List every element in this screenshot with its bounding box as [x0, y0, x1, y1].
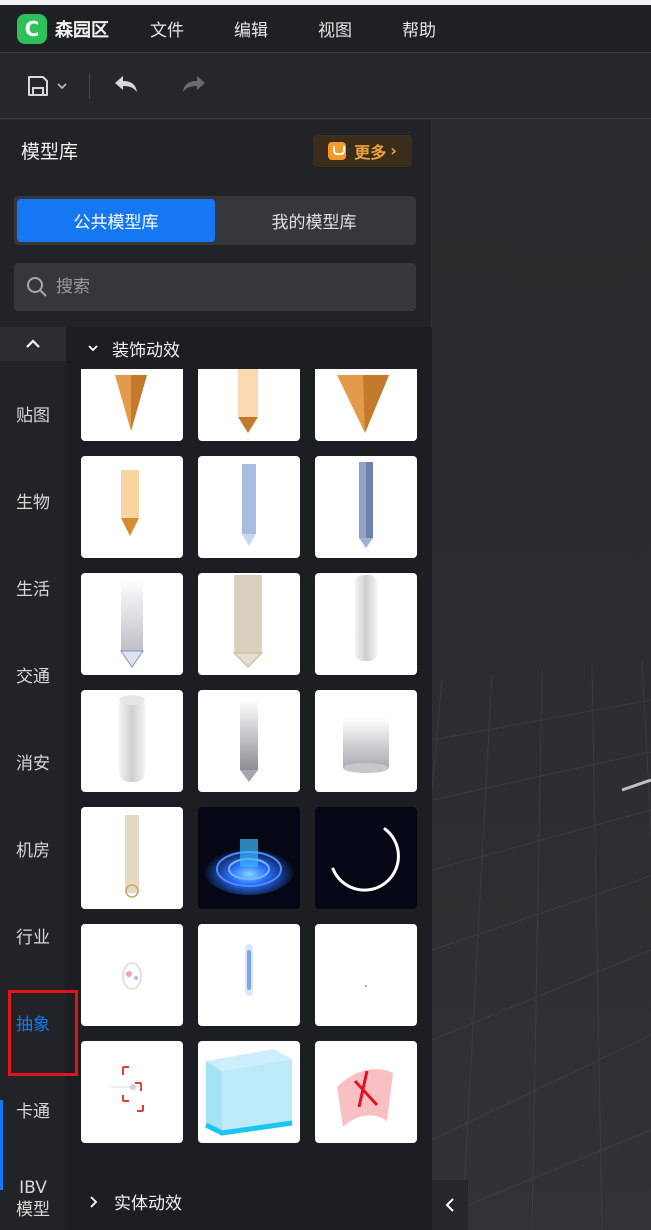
model-thumbnail[interactable]	[198, 1041, 300, 1143]
library-header: 模型库 更多 ›	[0, 120, 431, 181]
chevron-left-icon	[445, 1198, 454, 1212]
section-header-solid-effects[interactable]: 实体动效	[66, 1173, 432, 1230]
chevron-down-icon	[88, 345, 98, 352]
tab-my-library[interactable]: 我的模型库	[215, 199, 413, 242]
chevron-right-icon	[90, 1195, 98, 1208]
model-thumbnail[interactable]	[198, 690, 300, 792]
model-thumbnail[interactable]	[198, 573, 300, 675]
app-logo[interactable]: C 森园区	[17, 13, 109, 44]
model-thumbnail[interactable]	[198, 807, 300, 909]
save-button[interactable]	[26, 74, 69, 98]
search-box[interactable]	[14, 263, 416, 311]
model-thumbnail[interactable]	[198, 456, 300, 558]
section-title: 实体动效	[114, 1194, 182, 1214]
model-thumbnail[interactable]	[81, 456, 183, 558]
redo-button[interactable]	[180, 72, 208, 100]
more-label: 更多	[354, 142, 387, 162]
library-title: 模型库	[21, 141, 79, 163]
model-thumbnail[interactable]	[198, 924, 300, 1026]
model-thumbnail[interactable]	[315, 456, 417, 558]
menu-view[interactable]: 视图	[318, 16, 402, 41]
search-input[interactable]	[56, 277, 376, 297]
model-thumbnail[interactable]	[81, 573, 183, 675]
undo-icon	[115, 75, 137, 92]
more-button[interactable]: 更多 ›	[313, 134, 412, 167]
shopping-bag-icon	[328, 141, 347, 160]
highlight-box-category	[8, 990, 78, 1076]
library-tabs: 公共模型库 我的模型库	[14, 196, 416, 245]
menu-edit[interactable]: 编辑	[234, 16, 318, 41]
category-list: 贴图 生物 生活 交通 消安 机房 行业 抽象 卡通 IBV 模型	[0, 327, 66, 1230]
model-thumbnail[interactable]	[315, 690, 417, 792]
section-title: 装饰动效	[112, 340, 180, 361]
category-collapse-button[interactable]	[0, 327, 66, 361]
app-name: 森园区	[55, 19, 109, 41]
model-thumbnail[interactable]	[315, 573, 417, 675]
section-header-decorative-effects[interactable]: 装饰动效	[66, 327, 432, 369]
model-thumbnail[interactable]	[81, 807, 183, 909]
category-item-ibv-models[interactable]: IBV 模型	[0, 1177, 66, 1221]
menu-bar: C 森园区 文件 编辑 视图 帮助	[0, 0, 651, 52]
model-thumbnail[interactable]	[81, 690, 183, 792]
chevron-right-icon: ›	[390, 141, 397, 160]
toolbar	[0, 52, 651, 119]
category-item-life[interactable]: 生活	[0, 579, 66, 601]
model-thumbnail[interactable]	[81, 1041, 183, 1143]
model-thumbnail[interactable]	[81, 924, 183, 1026]
app-logo-icon: C	[17, 13, 47, 44]
model-thumbnail[interactable]	[315, 924, 417, 1026]
floor-grid	[432, 659, 651, 1230]
scene-viewport[interactable]	[432, 120, 651, 1230]
chevron-down-icon	[57, 82, 67, 89]
category-item-creatures[interactable]: 生物	[0, 492, 66, 514]
category-item-server-room[interactable]: 机房	[0, 840, 66, 862]
model-grid-area: 装饰动效	[66, 327, 432, 1230]
category-item-cartoon[interactable]: 卡通	[0, 1101, 66, 1123]
model-thumbnail[interactable]	[315, 807, 417, 909]
toolbar-divider	[89, 72, 90, 99]
undo-button[interactable]	[112, 72, 140, 100]
category-item-stickers[interactable]: 贴图	[0, 405, 66, 427]
tab-public-library[interactable]: 公共模型库	[17, 199, 215, 242]
chevron-up-icon	[26, 339, 40, 348]
menu-help[interactable]: 帮助	[402, 16, 486, 41]
category-item-fire-safety[interactable]: 消安	[0, 753, 66, 775]
menu-file[interactable]: 文件	[150, 16, 234, 41]
save-icon	[28, 75, 48, 96]
category-item-traffic[interactable]: 交通	[0, 666, 66, 688]
search-icon	[27, 277, 47, 297]
redo-icon	[183, 75, 205, 92]
panel-collapse-button[interactable]	[432, 1180, 468, 1230]
model-thumbnail[interactable]	[315, 1041, 417, 1143]
category-item-industry[interactable]: 行业	[0, 927, 66, 949]
